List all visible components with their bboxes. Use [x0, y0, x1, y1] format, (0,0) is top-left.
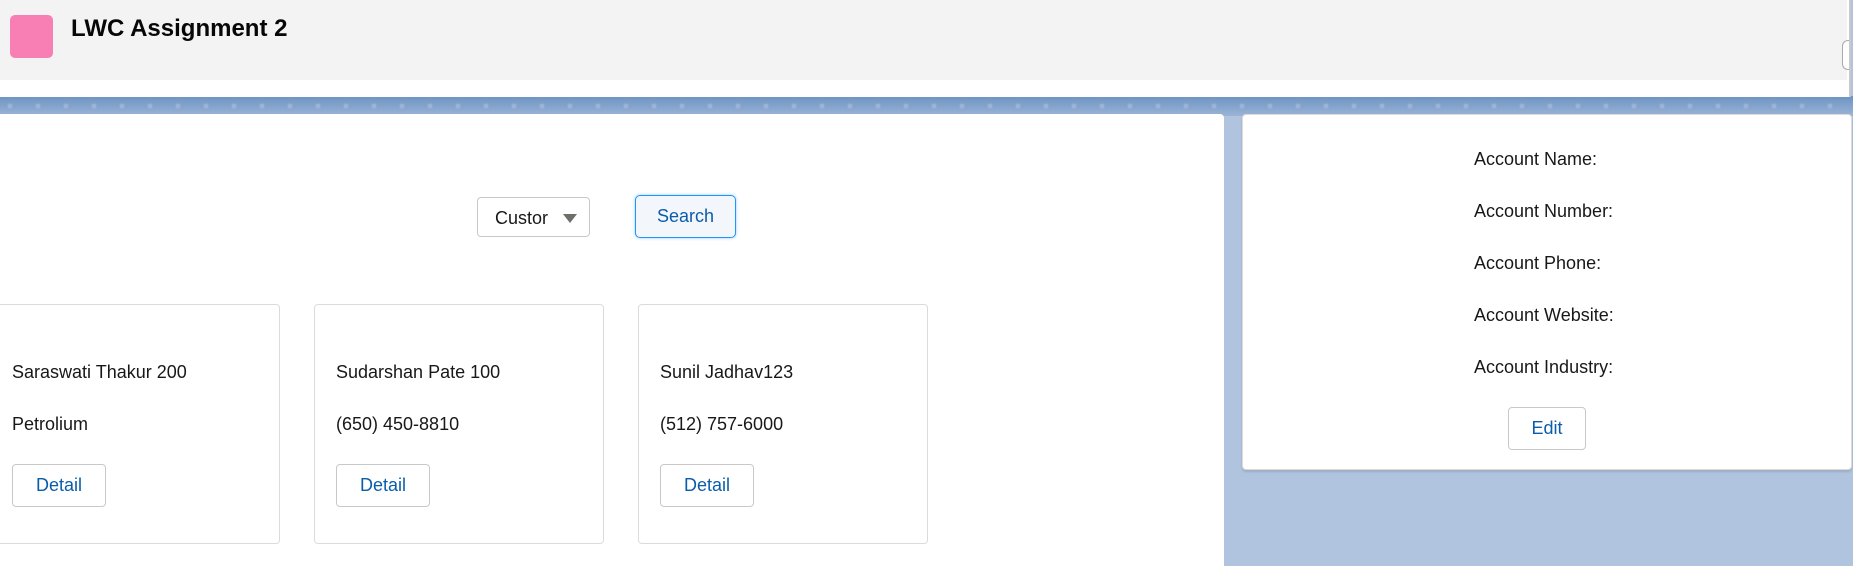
account-number-label: Account Number:: [1474, 201, 1614, 221]
page-background-band: [0, 96, 1853, 116]
account-industry-label: Account Industry:: [1474, 357, 1614, 377]
account-card-subtitle: (512) 757-6000: [660, 414, 784, 434]
header-bar: LWC Assignment 2: [0, 0, 1847, 80]
edit-button[interactable]: Edit: [1508, 407, 1586, 450]
detail-button[interactable]: Detail: [660, 464, 754, 507]
panel-scroll-handle[interactable]: [1842, 40, 1849, 70]
account-card: Saraswati Thakur 200 Petrolium Detail: [0, 304, 280, 544]
detail-button[interactable]: Detail: [336, 464, 430, 507]
page-title: LWC Assignment 2: [71, 15, 288, 42]
category-select-value: Custor: [495, 208, 549, 228]
account-website-label: Account Website:: [1474, 305, 1614, 325]
account-name-label: Account Name:: [1474, 149, 1598, 169]
account-card-subtitle: Petrolium: [12, 414, 89, 434]
account-card: Sunil Jadhav123 (512) 757-6000 Detail: [638, 304, 928, 544]
account-card-subtitle: (650) 450-8810: [336, 414, 460, 434]
account-card: Sudarshan Pate 100 (650) 450-8810 Detail: [314, 304, 604, 544]
detail-button[interactable]: Detail: [12, 464, 106, 507]
account-card-name: Sunil Jadhav123: [660, 362, 794, 382]
account-phone-label: Account Phone:: [1474, 253, 1602, 273]
category-select[interactable]: Custor: [477, 197, 590, 237]
chevron-down-icon: [563, 214, 577, 223]
app-tile-icon: [10, 15, 53, 58]
search-button[interactable]: Search: [635, 195, 736, 238]
account-card-name: Saraswati Thakur 200: [12, 362, 187, 382]
account-card-name: Sudarshan Pate 100: [336, 362, 501, 382]
app-header: LWC Assignment 2: [0, 0, 1851, 97]
